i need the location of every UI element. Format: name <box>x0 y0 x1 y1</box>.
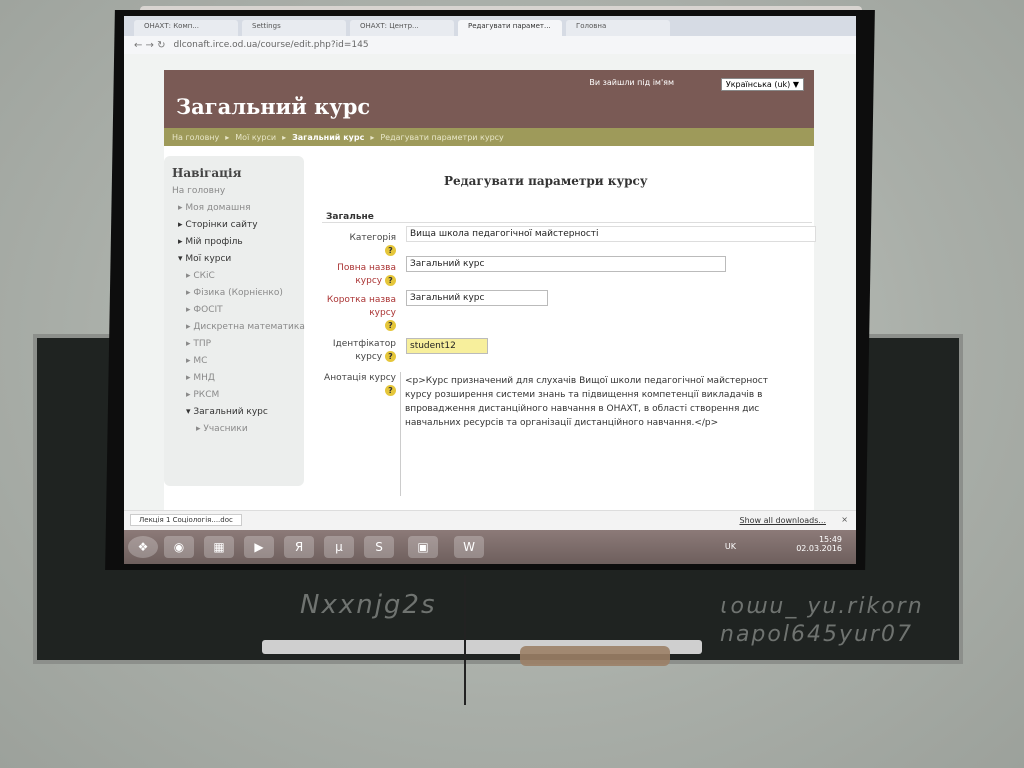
navigation-block: Навігація На головну ▸ Моя домашня ▸ Сто… <box>164 156 305 486</box>
projected-screen: ОНАХТ: Комп... Settings ОНАХТ: Центр... … <box>124 16 856 564</box>
clock-date: 02.03.2016 <box>796 544 842 553</box>
nav-item-course[interactable]: ▸ СКіС <box>186 271 304 281</box>
nav-item-site-pages[interactable]: ▸ Сторінки сайту <box>178 220 304 230</box>
shortname-input[interactable]: Загальний курс <box>406 290 548 306</box>
chalk-writing-right-2: napol645yur07 <box>720 622 913 647</box>
site-title: Загальний курс <box>176 94 371 119</box>
breadcrumb-home[interactable]: На головну <box>172 133 219 142</box>
shortname-label-text: Коротка назва курсу <box>326 295 396 318</box>
start-button-icon[interactable]: ❖ <box>128 536 158 558</box>
form-heading: Редагувати параметри курсу <box>444 174 648 188</box>
back-forward-icon[interactable]: ← → ↻ <box>134 40 166 51</box>
address-bar[interactable]: ← → ↻ dlconaft.irce.od.ua/course/edit.ph… <box>124 36 856 54</box>
shortname-label: Коротка назва курсу ? <box>324 294 396 333</box>
nav-item-course[interactable]: ▸ МНД <box>186 373 304 383</box>
fullname-input[interactable]: Загальний курс <box>406 256 726 272</box>
help-icon[interactable]: ? <box>385 385 396 396</box>
nav-item-my-courses[interactable]: ▾ Мої курси <box>178 254 304 264</box>
show-all-downloads-link[interactable]: Show all downloads... <box>740 516 827 525</box>
help-icon[interactable]: ? <box>385 351 396 362</box>
breadcrumb-separator-icon: ▸ <box>225 132 230 142</box>
help-icon[interactable]: ? <box>385 320 396 331</box>
eraser <box>520 646 670 666</box>
idnumber-input[interactable]: student12 <box>406 338 488 354</box>
chalk-writing-right-1: ɩoɯu_ yu.rikorn <box>720 594 924 619</box>
breadcrumb-separator-icon: ▸ <box>282 132 287 142</box>
chrome-icon[interactable]: ◉ <box>164 536 194 558</box>
fullname-label: Повна назва курсу ? <box>324 262 396 288</box>
remote-desktop-icon[interactable]: ▣ <box>408 536 438 558</box>
help-icon[interactable]: ? <box>385 275 396 286</box>
nav-item-course[interactable]: ▸ ФОСІТ <box>186 305 304 315</box>
download-item[interactable]: Лекція 1 Соціологія....doc <box>130 514 242 526</box>
fieldset-legend: Загальне <box>326 212 374 222</box>
nav-item-current-course[interactable]: ▾ Загальний курс <box>186 407 304 417</box>
browser-tab[interactable]: ОНАХТ: Комп... <box>134 20 238 36</box>
site-header: Загальний курс Ви зайшли під ім'ям Украї… <box>164 70 814 128</box>
media-player-icon[interactable]: ▶ <box>244 536 274 558</box>
summary-label-text: Анотація курсу <box>324 373 396 383</box>
browser-tabbar: ОНАХТ: Комп... Settings ОНАХТ: Центр... … <box>124 16 856 36</box>
browser-tab[interactable]: ОНАХТ: Центр... <box>350 20 454 36</box>
screen-pull-cord <box>464 575 466 705</box>
login-info: Ви зайшли під ім'ям <box>589 78 674 87</box>
breadcrumb-separator-icon: ▸ <box>370 132 375 142</box>
nav-item-home[interactable]: На головну <box>172 186 304 196</box>
nav-item-course[interactable]: ▸ МС <box>186 356 304 366</box>
breadcrumb-my-courses[interactable]: Мої курси <box>235 133 276 142</box>
navigation-title: Навігація <box>172 166 242 180</box>
close-icon[interactable]: × <box>841 515 848 524</box>
clock-time: 15:49 <box>818 535 842 544</box>
save-disk-icon[interactable]: ▦ <box>204 536 234 558</box>
download-bar: Лекція 1 Соціологія....doc Show all down… <box>124 510 856 531</box>
category-label-text: Категорія <box>349 233 396 243</box>
keyboard-language[interactable]: UK <box>725 542 736 551</box>
language-select[interactable]: Українська (uk) ▼ <box>720 78 804 91</box>
summary-label: Анотація курсу ? <box>324 372 396 398</box>
nav-item-participants[interactable]: ▸ Учасники <box>196 424 304 434</box>
breadcrumb-course[interactable]: Загальний курс <box>292 133 364 142</box>
utorrent-icon[interactable]: µ <box>324 536 354 558</box>
system-clock[interactable]: 15:49 02.03.2016 <box>796 535 842 553</box>
windows-taskbar: ❖ ◉ ▦ ▶ Я µ S ▣ W UK 15:49 02.03.2016 <box>124 530 856 564</box>
nav-item-course[interactable]: ▸ ТПР <box>186 339 304 349</box>
summary-textarea[interactable]: <p>Курс призначений для слухачів Вищої ш… <box>400 372 780 496</box>
idnumber-label: Ідентфікатор курсу ? <box>324 338 396 364</box>
browser-tab[interactable]: Settings <box>242 20 346 36</box>
yandex-browser-icon[interactable]: Я <box>284 536 314 558</box>
category-label: Категорія ? <box>324 232 396 258</box>
word-icon[interactable]: W <box>454 536 484 558</box>
breadcrumb-current: Редагувати параметри курсу <box>380 132 504 142</box>
fieldset-divider <box>322 222 812 223</box>
nav-item-course[interactable]: ▸ Фізика (Корнієнко) <box>186 288 304 298</box>
breadcrumb: На головну ▸ Мої курси ▸ Загальний курс … <box>164 128 814 146</box>
url-text[interactable]: dlconaft.irce.od.ua/course/edit.php?id=1… <box>174 40 369 50</box>
nav-item-dashboard[interactable]: ▸ Моя домашня <box>178 203 304 213</box>
nav-item-course[interactable]: ▸ Дискретна математика <box>186 322 305 332</box>
chalk-writing-left: Nxxnjg2s <box>300 590 437 620</box>
nav-item-course[interactable]: ▸ РКСМ <box>186 390 304 400</box>
skype-icon[interactable]: S <box>364 536 394 558</box>
category-select[interactable]: Вища школа педагогічної майстерності <box>406 226 816 242</box>
help-icon[interactable]: ? <box>385 245 396 256</box>
browser-tab[interactable]: Головна <box>566 20 670 36</box>
browser-tab-active[interactable]: Редагувати парамет... <box>458 20 562 36</box>
nav-item-profile[interactable]: ▸ Мій профіль <box>178 237 304 247</box>
